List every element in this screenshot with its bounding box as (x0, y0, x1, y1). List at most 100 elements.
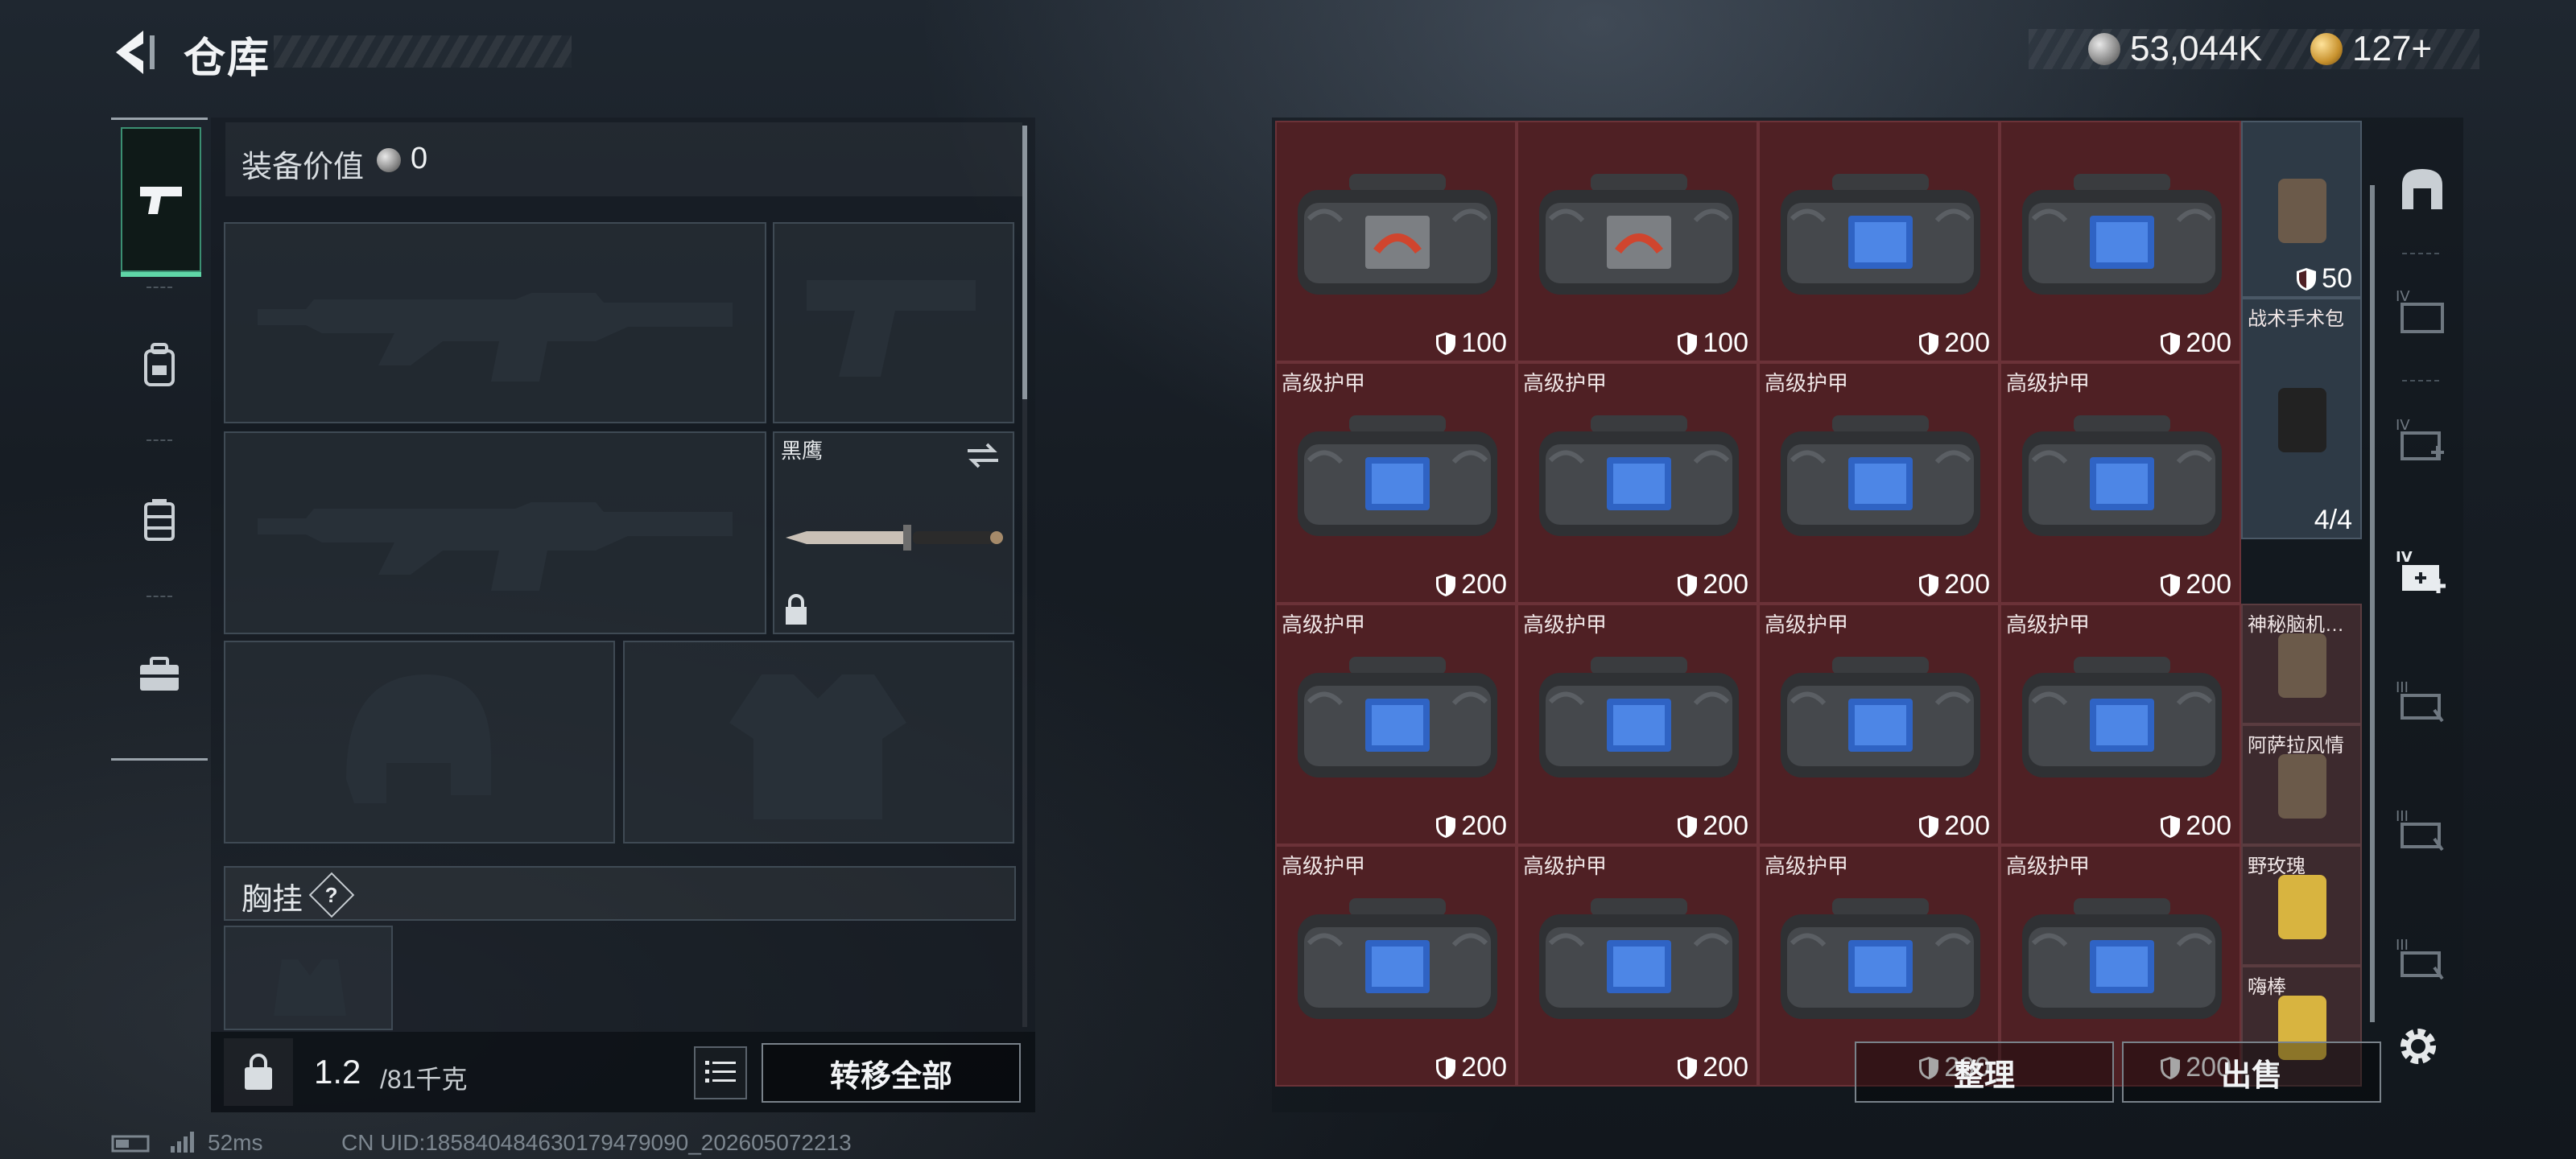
chest-rig-label: 胸挂 (242, 883, 303, 917)
pistol-slot[interactable] (773, 222, 1014, 423)
primary-weapon-slot[interactable] (224, 222, 766, 423)
item-name: 高级护甲 (2006, 371, 2091, 395)
armor-bag-icon (1298, 174, 1497, 295)
inventory-cell[interactable]: 高级护甲 200 (1275, 362, 1517, 604)
warehouse-scrollbar[interactable] (2370, 185, 2375, 1022)
silver-amount: 53,044K (2130, 29, 2262, 68)
inventory-cell[interactable]: 100 (1517, 121, 1758, 362)
page-title: 仓库 (184, 35, 271, 82)
silver-coin-icon (377, 148, 401, 172)
item-name: 高级护甲 (1282, 854, 1366, 878)
filter-medkit-iv[interactable]: IV (2394, 412, 2450, 468)
armor-bag-icon (1539, 657, 1739, 777)
item-name: 高级护甲 (1523, 371, 1608, 395)
inventory-cell[interactable]: 高级护甲 200 (1275, 604, 1517, 845)
item-name: 高级护甲 (2006, 854, 2091, 878)
equipment-scroll-thumb[interactable] (1022, 126, 1027, 399)
svg-text:III: III (2396, 937, 2409, 954)
filter-medkit-iv-active[interactable]: IV (2394, 544, 2450, 600)
svg-text:III: III (2396, 808, 2409, 825)
chest-rig-slot[interactable] (224, 926, 393, 1030)
durability-value: 200 (1703, 569, 1748, 600)
helmet-slot[interactable] (224, 641, 615, 843)
transfer-all-button[interactable]: 转移全部 (762, 1043, 1021, 1103)
sell-button[interactable]: 出售 (2122, 1041, 2381, 1103)
filter-tier-iii-b[interactable]: III (2394, 803, 2450, 860)
armor-bag-icon (1539, 415, 1739, 536)
durability-shield-icon (1919, 815, 1939, 838)
side-item-art (2278, 875, 2326, 939)
medkit-icon: IV (2396, 549, 2446, 593)
gold-amount[interactable]: 127+ (2352, 29, 2432, 69)
tab-weapons[interactable] (121, 127, 201, 277)
inventory-cell[interactable]: 高级护甲 200 (1758, 604, 2000, 845)
all-items-icon[interactable] (2394, 161, 2450, 217)
inventory-cell[interactable]: 高级护甲 200 (1275, 845, 1517, 1087)
side-item-cell[interactable]: 阿萨拉风情 (2241, 724, 2362, 845)
inventory-cell[interactable]: 100 (1275, 121, 1517, 362)
inventory-cell[interactable]: 高级护甲 200 (2000, 604, 2241, 845)
item-name: 高级护甲 (1523, 854, 1608, 878)
side-item-count: 4/4 (2314, 505, 2352, 536)
durability-shield-icon (1436, 815, 1456, 838)
inventory-cell[interactable]: 高级护甲 200 (1517, 362, 1758, 604)
side-item-cell[interactable]: 神秘脑机… (2241, 604, 2362, 724)
item-durability: 200 (1677, 810, 1748, 842)
vest-icon (144, 499, 175, 541)
gold-coin-icon (2310, 33, 2343, 65)
item-durability: 200 (2160, 569, 2231, 600)
swap-icon[interactable] (964, 441, 1001, 470)
svg-text:III: III (2396, 679, 2409, 696)
inventory-cell[interactable]: 高级护甲 200 (2000, 362, 2241, 604)
side-item-art (2278, 179, 2326, 243)
inventory-cell[interactable]: 200 (2000, 121, 2241, 362)
durability-value: 100 (1703, 328, 1748, 358)
inventory-cell[interactable]: 高级护甲 200 (1758, 362, 2000, 604)
side-item-name: 神秘脑机… (2248, 614, 2344, 636)
durability-value: 200 (1703, 810, 1748, 841)
tab-rig[interactable] (121, 449, 198, 591)
item-name: 高级护甲 (1282, 371, 1366, 395)
durability-value: 200 (1944, 810, 1990, 841)
settings-gear-icon[interactable] (2392, 1021, 2444, 1072)
filter-tier-iii-a[interactable]: III (2394, 674, 2450, 731)
filter-case-iv[interactable]: IV (2394, 283, 2450, 340)
tab-case[interactable] (121, 604, 198, 745)
durability-value: 200 (1944, 328, 1990, 358)
item-durability: 200 (1677, 1052, 1748, 1083)
weight-lock-button[interactable] (224, 1038, 293, 1106)
side-item-cell[interactable]: 野玫瑰 (2241, 845, 2362, 966)
inventory-cell[interactable]: 200 (1758, 121, 2000, 362)
item-durability: 200 (2160, 328, 2231, 359)
side-item-art (2278, 633, 2326, 698)
category-nav (111, 118, 208, 761)
item-name: 高级护甲 (2006, 612, 2091, 637)
sort-button[interactable]: 整理 (1855, 1041, 2114, 1103)
armor-bag-icon (2022, 898, 2222, 1019)
tab-backpack[interactable] (121, 295, 198, 436)
side-item-name: 野玫瑰 (2248, 856, 2306, 877)
inventory-cell[interactable]: 高级护甲 200 (1517, 845, 1758, 1087)
list-view-button[interactable] (694, 1046, 747, 1099)
item-name: 高级护甲 (1765, 371, 1849, 395)
item-name: 高级护甲 (1282, 612, 1366, 637)
svg-text:IV: IV (2396, 549, 2413, 566)
durability-shield-icon (1678, 1056, 1698, 1079)
durability-value: 200 (1461, 569, 1507, 600)
secondary-weapon-slot[interactable] (224, 431, 766, 634)
item-name: 高级护甲 (1765, 612, 1849, 637)
side-item-cell[interactable]: 战术手术包 4/4 (2241, 298, 2362, 539)
filter-tier-iii-c[interactable]: III (2394, 932, 2450, 988)
armor-bag-icon (1539, 898, 1739, 1019)
durability-shield-icon (1436, 332, 1456, 355)
user-uid: CN UID:1858404846301794790​90_2026050722… (341, 1130, 852, 1155)
item-durability: 200 (1435, 810, 1507, 842)
side-item-cell[interactable]: 50 (2241, 121, 2362, 298)
item-durability: 200 (1918, 328, 1990, 359)
inventory-cell[interactable]: 高级护甲 200 (1517, 604, 1758, 845)
side-item-value: 50 (2322, 263, 2352, 294)
armor-slot[interactable] (623, 641, 1014, 843)
durability-shield-icon (2161, 815, 2181, 838)
back-arrow-icon[interactable] (108, 24, 164, 80)
durability-value: 200 (2186, 569, 2231, 600)
